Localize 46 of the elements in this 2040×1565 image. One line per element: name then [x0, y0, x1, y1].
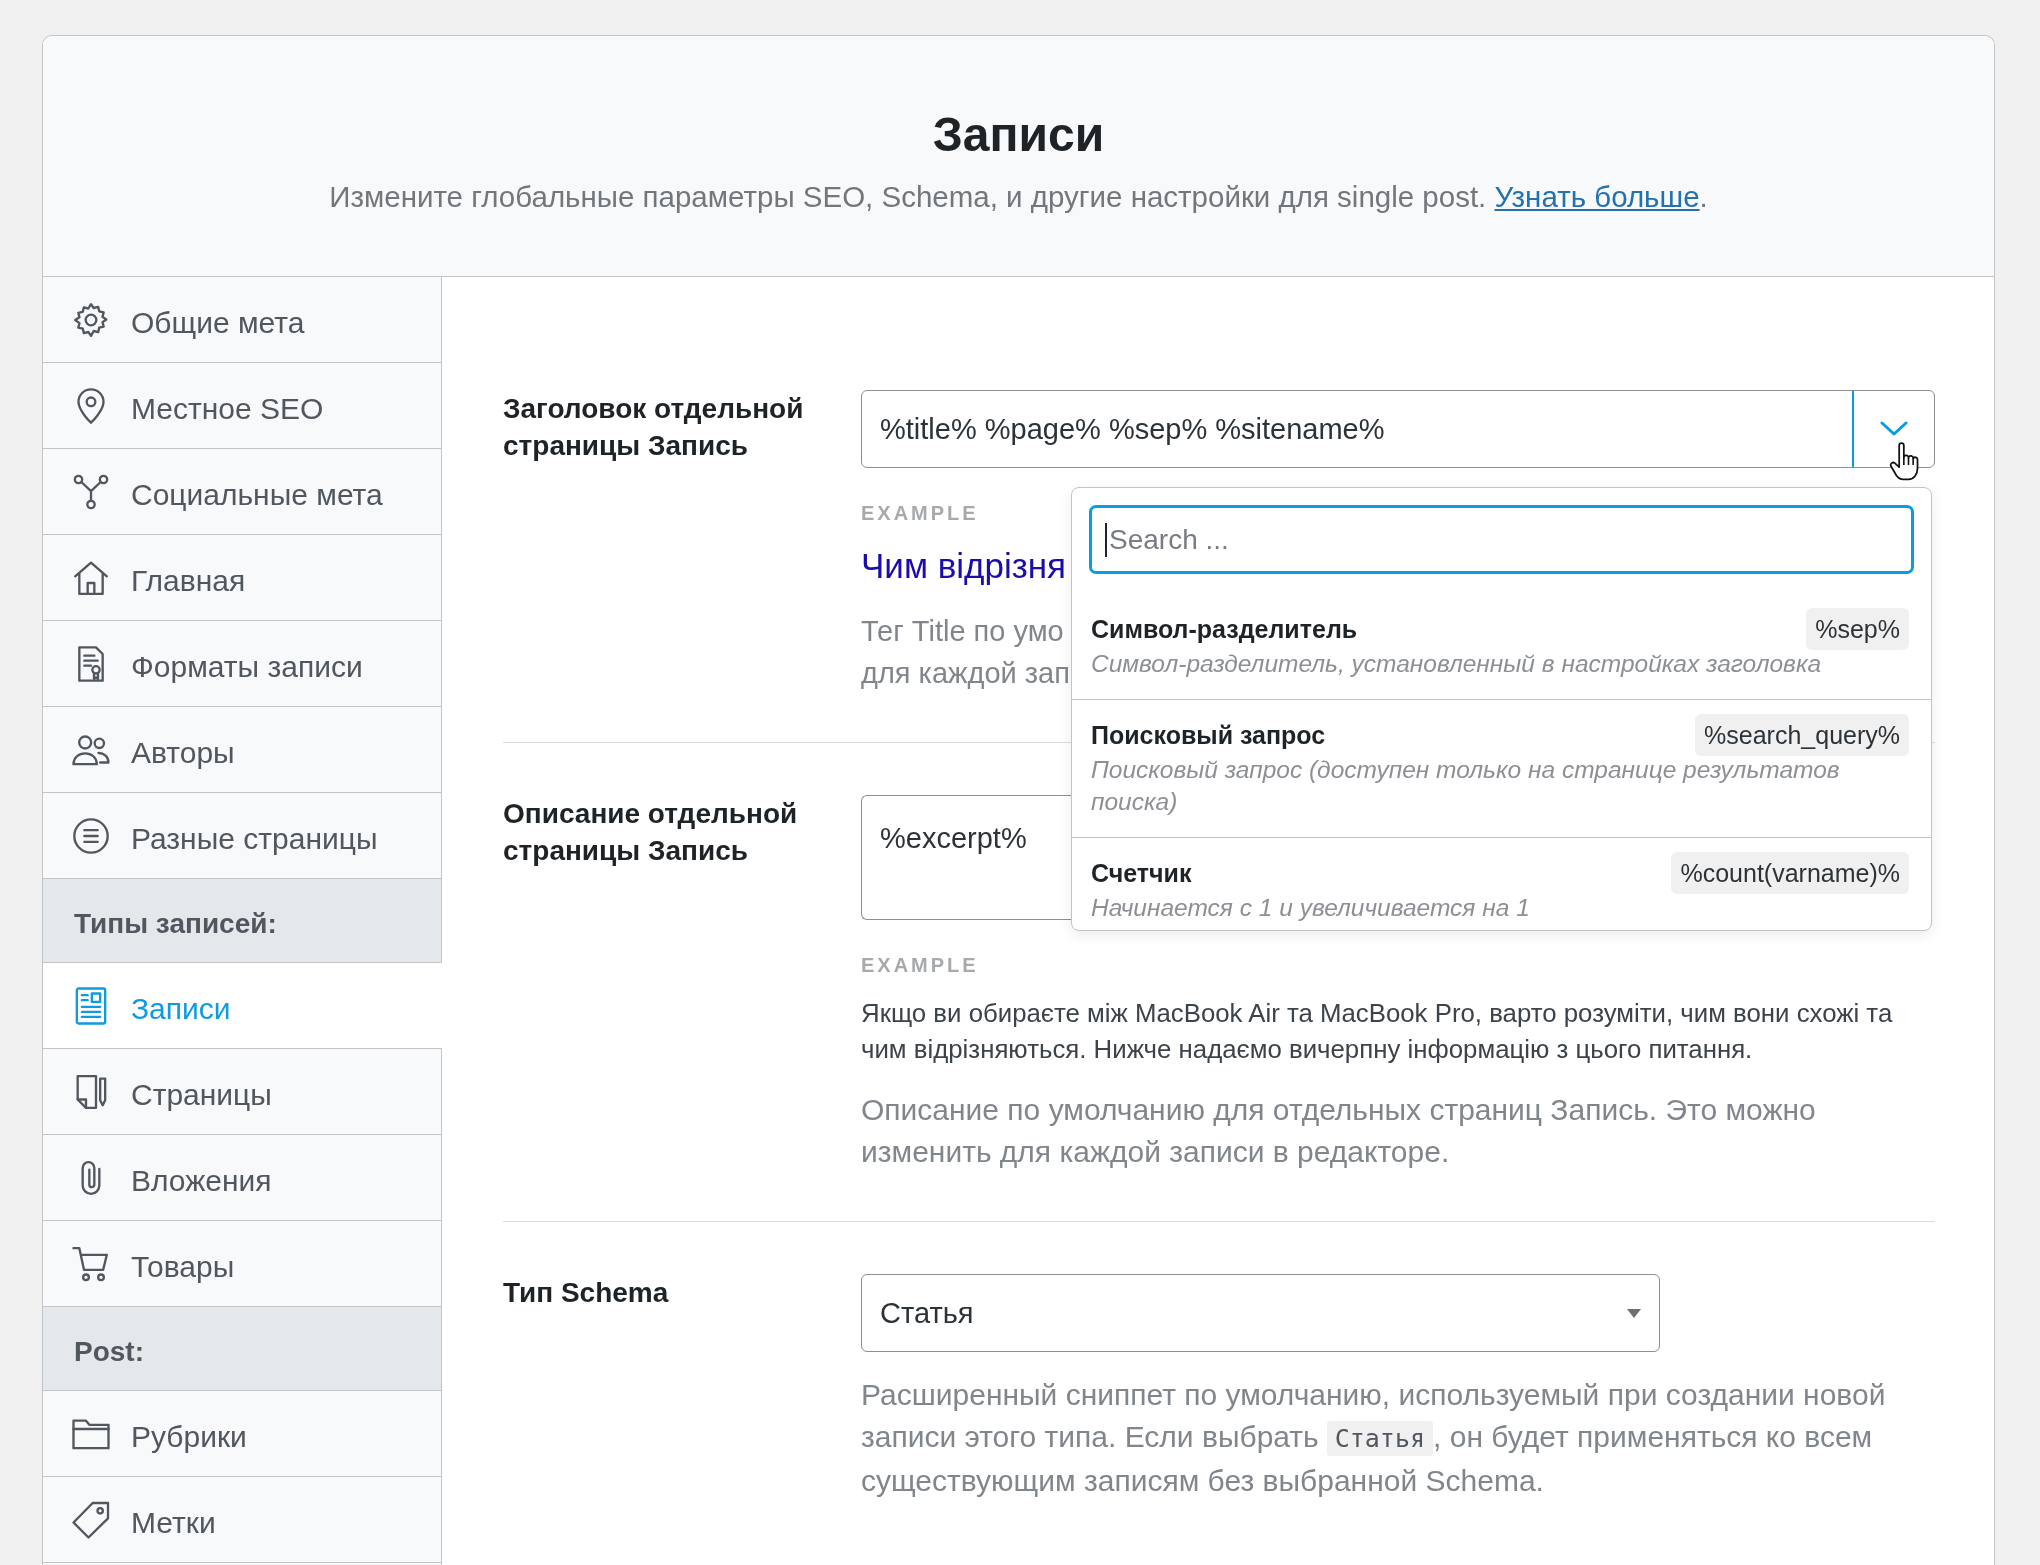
sidebar-item[interactable]: Местное SEO: [43, 363, 441, 449]
field-label: Заголовок отдельной страницы Запись: [503, 392, 805, 463]
sidebar-item[interactable]: Социальные мета: [43, 449, 441, 535]
sidebar-heading: Типы записей:: [43, 879, 441, 963]
variable-name: Счетчик: [1091, 858, 1192, 888]
example-label: EXAMPLE: [861, 953, 979, 977]
hand-cursor-icon: [1889, 442, 1921, 482]
variable-tag: %sep%: [1806, 608, 1909, 650]
variable-tag: %search_query%: [1695, 714, 1909, 756]
help-text: Описание по умолчанию для отдельных страниц Запись. Это можно изменить для каждой записи в редакторе.: [861, 1092, 1817, 1170]
sidebar-item[interactable]: Вложения: [43, 1135, 441, 1221]
variable-description: Поисковый запрос (доступен только на странице результатов поиска): [1091, 755, 1841, 817]
sidebar-item[interactable]: Форматы записи: [43, 621, 441, 707]
example-title: Чим відрізня: [861, 545, 1067, 587]
help-text: Расширенный сниппет по умолчанию, используемый при создании новой записи этого типа. Если выбрать Статья , он будет применяться ко всем существующим записям без выбранной Schema.: [861, 1377, 1887, 1499]
help-text: для каждой зап: [861, 656, 1070, 691]
learn-more-link[interactable]: Узнать больше: [1494, 180, 1700, 213]
schema-type-select[interactable]: Статья: [861, 1274, 1660, 1352]
chevron-down-icon: [1880, 421, 1908, 437]
field-label: Тип Schema: [503, 1276, 670, 1310]
sidebar-item[interactable]: Авторы: [43, 707, 441, 793]
variable-name: Символ-разделитель: [1091, 614, 1358, 644]
variable-option[interactable]: Поисковый запрос %search_query% Поисковый запрос (доступен только на странице результатов поиска): [1072, 699, 1931, 837]
sidebar-item[interactable]: Рубрики: [43, 1391, 441, 1477]
example-label: EXAMPLE: [861, 501, 979, 525]
description-textarea[interactable]: %excerpt%: [861, 795, 1074, 920]
variable-option[interactable]: Счетчик %count(varname)% Начинается с 1 и увеличивается на 1: [1072, 837, 1931, 930]
variable-description: Начинается с 1 и увеличивается на 1: [1091, 893, 1531, 923]
page-description: Измените глобальные параметры SEO, Schema, и другие настройки для single post. Узнать больше.: [328, 179, 1709, 215]
sidebar-item[interactable]: Общие мета: [43, 277, 441, 363]
variable-name: Поисковый запрос: [1091, 720, 1326, 750]
tag-icon: [71, 1499, 111, 1540]
variable-description: Символ-разделитель, установленный в настройках заголовка: [1091, 649, 1823, 679]
sidebar-item[interactable]: Главная: [43, 535, 441, 621]
example-description: Якщо ви обираєте між MacBook Air та MacBook Pro, варто розуміти, чим вони схожі та чим відрізняються. Нижче надаємо вичерпну інформацію з цього питання.: [861, 998, 1894, 1065]
sidebar-item[interactable]: Страницы: [43, 1049, 441, 1135]
help-text: Тег Title по умо: [861, 614, 1064, 649]
field-label: Описание отдельной страницы Запись: [503, 797, 799, 868]
sidebar-heading: Post:: [43, 1307, 441, 1391]
sidebar-item[interactable]: Метки: [43, 1477, 441, 1563]
page-title: Записи: [931, 107, 1106, 163]
search-field[interactable]: Search ...: [1089, 505, 1914, 574]
caret-down-icon: [1627, 1308, 1641, 1318]
list-circle-icon: [71, 815, 111, 856]
variable-option[interactable]: Символ-разделитель %sep% Символ-разделитель, установленный в настройках заголовка: [1072, 594, 1931, 699]
variable-tag: %count(varname)%: [1671, 852, 1909, 894]
